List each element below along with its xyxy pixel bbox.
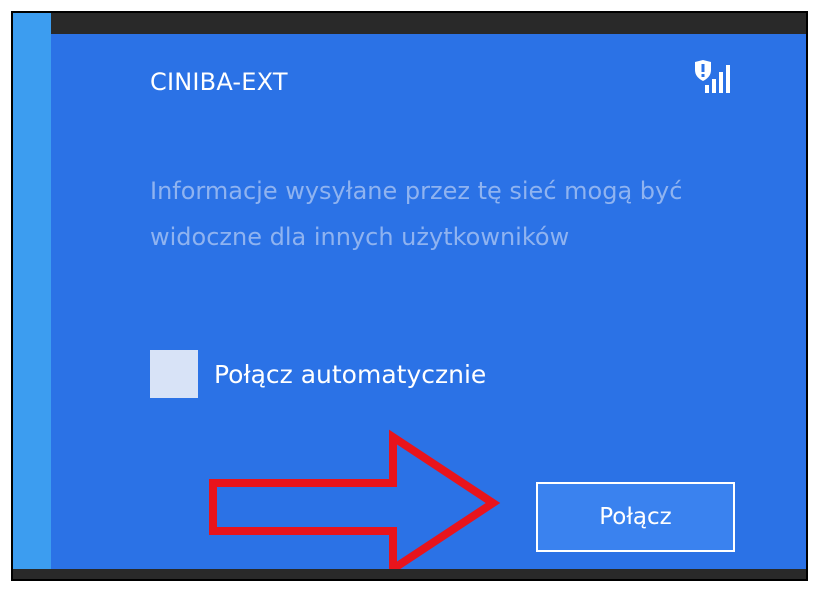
auto-connect-row[interactable]: Połącz automatycznie: [150, 350, 486, 398]
auto-connect-label[interactable]: Połącz automatycznie: [214, 360, 486, 389]
auto-connect-checkbox[interactable]: [150, 350, 198, 398]
red-arrow-icon: [209, 429, 501, 575]
security-warning-text: Informacje wysyłane przez tę sieć mogą b…: [150, 177, 683, 251]
accent-strip: [13, 13, 51, 579]
top-dark-bar: [13, 13, 806, 34]
bottom-dark-bar: [13, 569, 806, 579]
wifi-signal-warning-icon: [695, 60, 730, 93]
connect-button[interactable]: Połącz: [536, 482, 735, 552]
screenshot-frame: CINIBA-EXT Informacje wysyłane przez tę …: [11, 11, 808, 581]
network-name: CINIBA-EXT: [150, 68, 288, 96]
